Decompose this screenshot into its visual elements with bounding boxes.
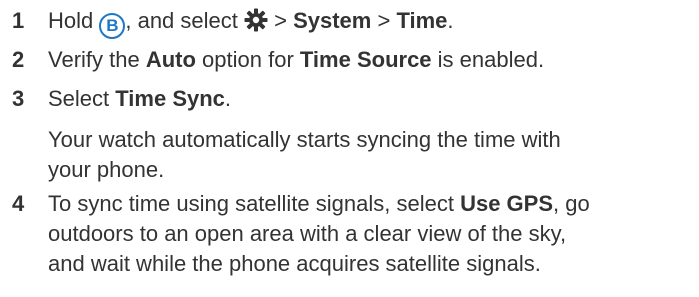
step-4-text-intro: To sync time using satellite signals, se…	[48, 191, 461, 216]
setting-time-source: Time Source	[299, 47, 432, 72]
step-4-line-1: To sync time using satellite signals, se…	[48, 189, 699, 219]
step-1-separator-1: >	[268, 8, 294, 33]
step-text: Hold B, and select > System > Time.	[48, 6, 699, 39]
step-1-text-select: , and select	[125, 8, 244, 33]
step-4-text-go: , go	[553, 191, 590, 216]
step-3-note-line-1: Your watch automatically starts syncing …	[48, 127, 561, 152]
step-2-text-option: option for	[195, 47, 300, 72]
step-3-note: Your watch automatically starts syncing …	[48, 125, 699, 185]
step-2-text-enabled: is enabled.	[431, 47, 545, 72]
step-number: 4	[12, 191, 25, 216]
gear-icon	[244, 8, 268, 32]
option-time-sync: Time Sync	[115, 86, 225, 111]
step-3-text-select: Select	[48, 86, 116, 111]
step-2-text-verify: Verify the	[48, 47, 146, 72]
step-text: Select Time Sync.	[48, 84, 699, 114]
step-text: Verify the Auto option for Time Source i…	[48, 45, 699, 75]
b-button-icon: B	[99, 13, 126, 39]
step-1-period: .	[447, 8, 454, 33]
step-number: 2	[12, 47, 25, 72]
step-1-separator-2: >	[371, 8, 397, 33]
menu-time: Time	[396, 8, 448, 33]
step-3-period: .	[224, 86, 232, 111]
menu-system: System	[293, 8, 372, 33]
step-text: To sync time using satellite signals, se…	[48, 189, 699, 279]
step-number: 1	[12, 8, 25, 33]
step-4-line-2: outdoors to an open area with a clear vi…	[48, 221, 567, 246]
step-1-text-hold: Hold	[48, 8, 100, 33]
step-3-note-line-2: your phone.	[48, 157, 165, 182]
option-auto: Auto	[145, 47, 196, 72]
step-4-line-3: and wait while the phone acquires satell…	[48, 251, 541, 276]
step-number: 3	[12, 86, 25, 111]
option-use-gps: Use GPS	[460, 191, 554, 216]
